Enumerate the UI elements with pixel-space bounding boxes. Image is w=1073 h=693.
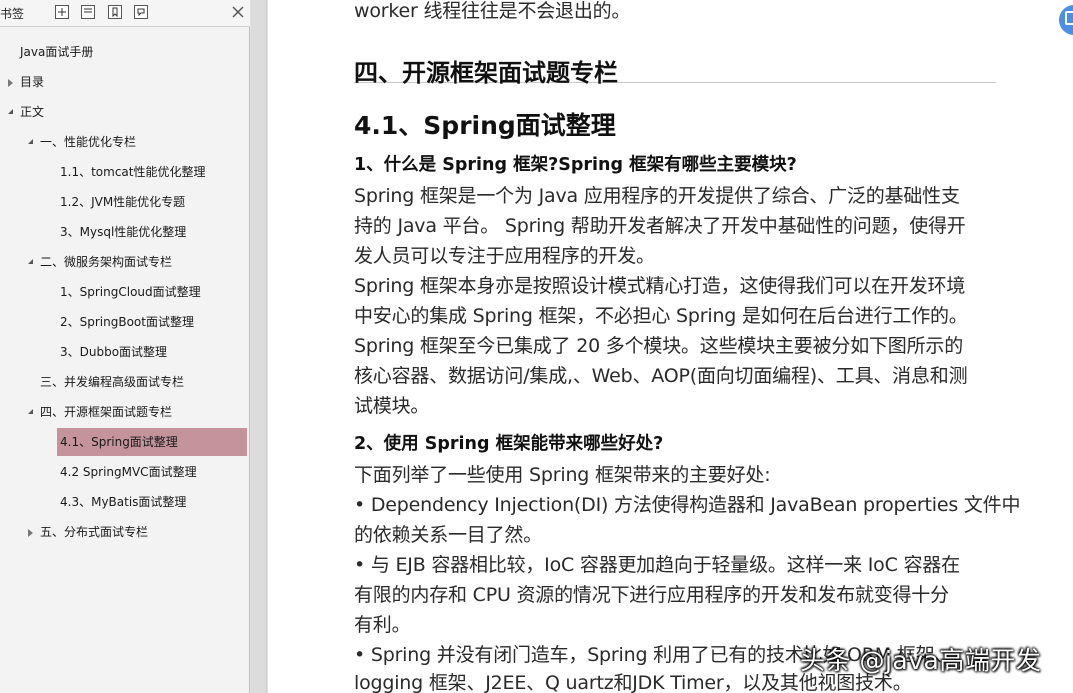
paragraph-line: 试模块。 bbox=[354, 395, 430, 417]
section-heading: 四、开源框架面试题专栏 bbox=[354, 59, 618, 87]
bookmark-item[interactable]: 1、SpringCloud面试整理 bbox=[0, 278, 248, 306]
expanded-arrow-icon[interactable] bbox=[28, 259, 33, 264]
bookmark-item[interactable]: 3、Mysql性能优化整理 bbox=[0, 218, 248, 246]
bookmark-panel-header: 书签 bbox=[0, 0, 250, 27]
pdf-reader-window: 书签 Java面试手册 目录正文一、性能优化专栏 1.1、tomcat性能优化整理 1… bbox=[0, 0, 1073, 693]
paragraph-line: 有限的内存和 CPU 资源的情况下进行应用程序的开发和发布就变得十分 bbox=[354, 584, 949, 606]
paragraph-line: 持的 Java 平台。 Spring 帮助开发者解决了开发中基础性的问题，使得开 bbox=[354, 215, 966, 237]
expanded-arrow-icon[interactable] bbox=[28, 409, 33, 414]
expand-all-icon[interactable] bbox=[55, 5, 69, 19]
collapsed-arrow-icon[interactable] bbox=[8, 79, 13, 87]
paragraph-line: Spring 框架至今已集成了 20 多个模块。这些模块主要被分如下图所示的 bbox=[354, 335, 964, 357]
document-page: worker 线程往往是不会退出的。四、开源框架面试题专栏 4.1、Spring面… bbox=[268, 0, 1073, 693]
bookmark-label: 五、分布式面试专栏 bbox=[40, 525, 149, 539]
bookmark-item[interactable]: 3、Dubbo面试整理 bbox=[0, 338, 248, 366]
bookmark-label: 四、开源框架面试题专栏 bbox=[40, 405, 173, 419]
question-heading: 2、使用 Spring 框架能带来哪些好处? bbox=[354, 434, 664, 454]
bookmark-icon[interactable] bbox=[134, 5, 148, 19]
question-heading: 1、什么是 Spring 框架?Spring 框架有哪些主要模块? bbox=[354, 155, 797, 175]
bookmark-label: 二、微服务架构面试专栏 bbox=[40, 255, 173, 269]
bookmark-item[interactable]: 四、开源框架面试题专栏 bbox=[0, 398, 248, 426]
paragraph-line: worker 线程往往是不会退出的。 bbox=[354, 0, 631, 22]
bookmark-label: 4.2 SpringMVC面试整理 bbox=[60, 465, 197, 479]
bookmark-label: 4.3、MyBatis面试整理 bbox=[60, 495, 187, 509]
bookmark-item[interactable]: 二、微服务架构面试专栏 bbox=[0, 248, 248, 276]
paragraph-line: • Dependency Injection(DI) 方法使得构造器和 Java… bbox=[354, 494, 1021, 516]
paragraph-line: 下面列举了一些使用 Spring 框架带来的主要好处: bbox=[354, 464, 771, 486]
bookmark-item[interactable]: 正文 bbox=[0, 98, 248, 126]
expanded-arrow-icon[interactable] bbox=[28, 139, 33, 144]
bookmark-item[interactable]: 4.3、MyBatis面试整理 bbox=[0, 488, 248, 516]
bookmark-item[interactable]: 五、分布式面试专栏 bbox=[0, 518, 248, 546]
bookmark-label: 3、Mysql性能优化整理 bbox=[60, 225, 187, 239]
bookmark-item[interactable]: 三、并发编程高级面试专栏 bbox=[0, 368, 248, 396]
bookmark-panel: 书签 Java面试手册 目录正文一、性能优化专栏 1.1、tomcat性能优化整理 1… bbox=[0, 0, 250, 693]
bookmark-item[interactable]: 一、性能优化专栏 bbox=[0, 128, 248, 156]
paragraph-line: 有利。 bbox=[354, 614, 411, 636]
bookmark-item[interactable]: 2、SpringBoot面试整理 bbox=[0, 308, 248, 336]
collapse-all-icon[interactable] bbox=[81, 5, 95, 19]
bookmark-label: 3、Dubbo面试整理 bbox=[60, 345, 168, 359]
paragraph-line: 发人员可以专注于应用程序的开发。 bbox=[354, 245, 655, 267]
bookmark-label: 2、SpringBoot面试整理 bbox=[60, 315, 194, 329]
bookmark-item[interactable]: 1.1、tomcat性能优化整理 bbox=[0, 158, 248, 186]
paragraph-line: 的依赖关系一目了然。 bbox=[354, 524, 543, 546]
bookmark-label: 一、性能优化专栏 bbox=[40, 135, 137, 149]
bookmark-item[interactable]: 目录 bbox=[0, 68, 248, 96]
paragraph-line: 核心容器、数据访问/集成,、Web、AOP(面向切面编程)、工具、消息和测 bbox=[354, 365, 968, 387]
bookmark-label: 三、并发编程高级面试专栏 bbox=[40, 375, 185, 389]
bookmark-item[interactable]: Java面试手册 bbox=[0, 38, 248, 66]
bookmark-item-selected[interactable]: 4.1、Spring面试整理 bbox=[57, 428, 247, 456]
bookmark-label: 4.1、Spring面试整理 bbox=[60, 435, 178, 449]
bookmark-label: Java面试手册 bbox=[20, 45, 94, 59]
paragraph-line: Spring 框架是一个为 Java 应用程序的开发提供了综合、广泛的基础性支 bbox=[354, 185, 960, 207]
bookmark-label: 1.2、JVM性能优化专题 bbox=[60, 195, 186, 209]
bookmark-label: 1.1、tomcat性能优化整理 bbox=[60, 165, 206, 179]
add-bookmark-icon[interactable] bbox=[108, 5, 122, 19]
expanded-arrow-icon[interactable] bbox=[8, 109, 13, 114]
bookmark-label: 1、SpringCloud面试整理 bbox=[60, 285, 201, 299]
bookmark-label: 目录 bbox=[20, 75, 45, 89]
bookmark-item[interactable]: 4.2 SpringMVC面试整理 bbox=[0, 458, 248, 486]
paragraph-line: • 与 EJB 容器相比较，IoC 容器更加趋向于轻量级。这样一来 IoC 容器… bbox=[354, 554, 960, 576]
section-heading: 4.1、Spring面试整理 bbox=[354, 111, 616, 140]
watermark: 头条 @java高端开发 bbox=[800, 646, 1042, 675]
panel-splitter[interactable] bbox=[251, 0, 267, 693]
bookmark-panel-title: 书签 bbox=[0, 7, 25, 21]
collapsed-arrow-icon[interactable] bbox=[28, 529, 33, 537]
bookmark-item[interactable]: 1.2、JVM性能优化专题 bbox=[0, 188, 248, 216]
paragraph-line: Spring 框架本身亦是按照设计模式精心打造，这使得我们可以在开发环境 bbox=[354, 275, 966, 297]
bookmark-label: 正文 bbox=[20, 105, 45, 119]
close-icon[interactable] bbox=[229, 3, 247, 21]
paragraph-line: 中安心的集成 Spring 框架，不必担心 Spring 是如何在后台进行工作的… bbox=[354, 305, 968, 327]
